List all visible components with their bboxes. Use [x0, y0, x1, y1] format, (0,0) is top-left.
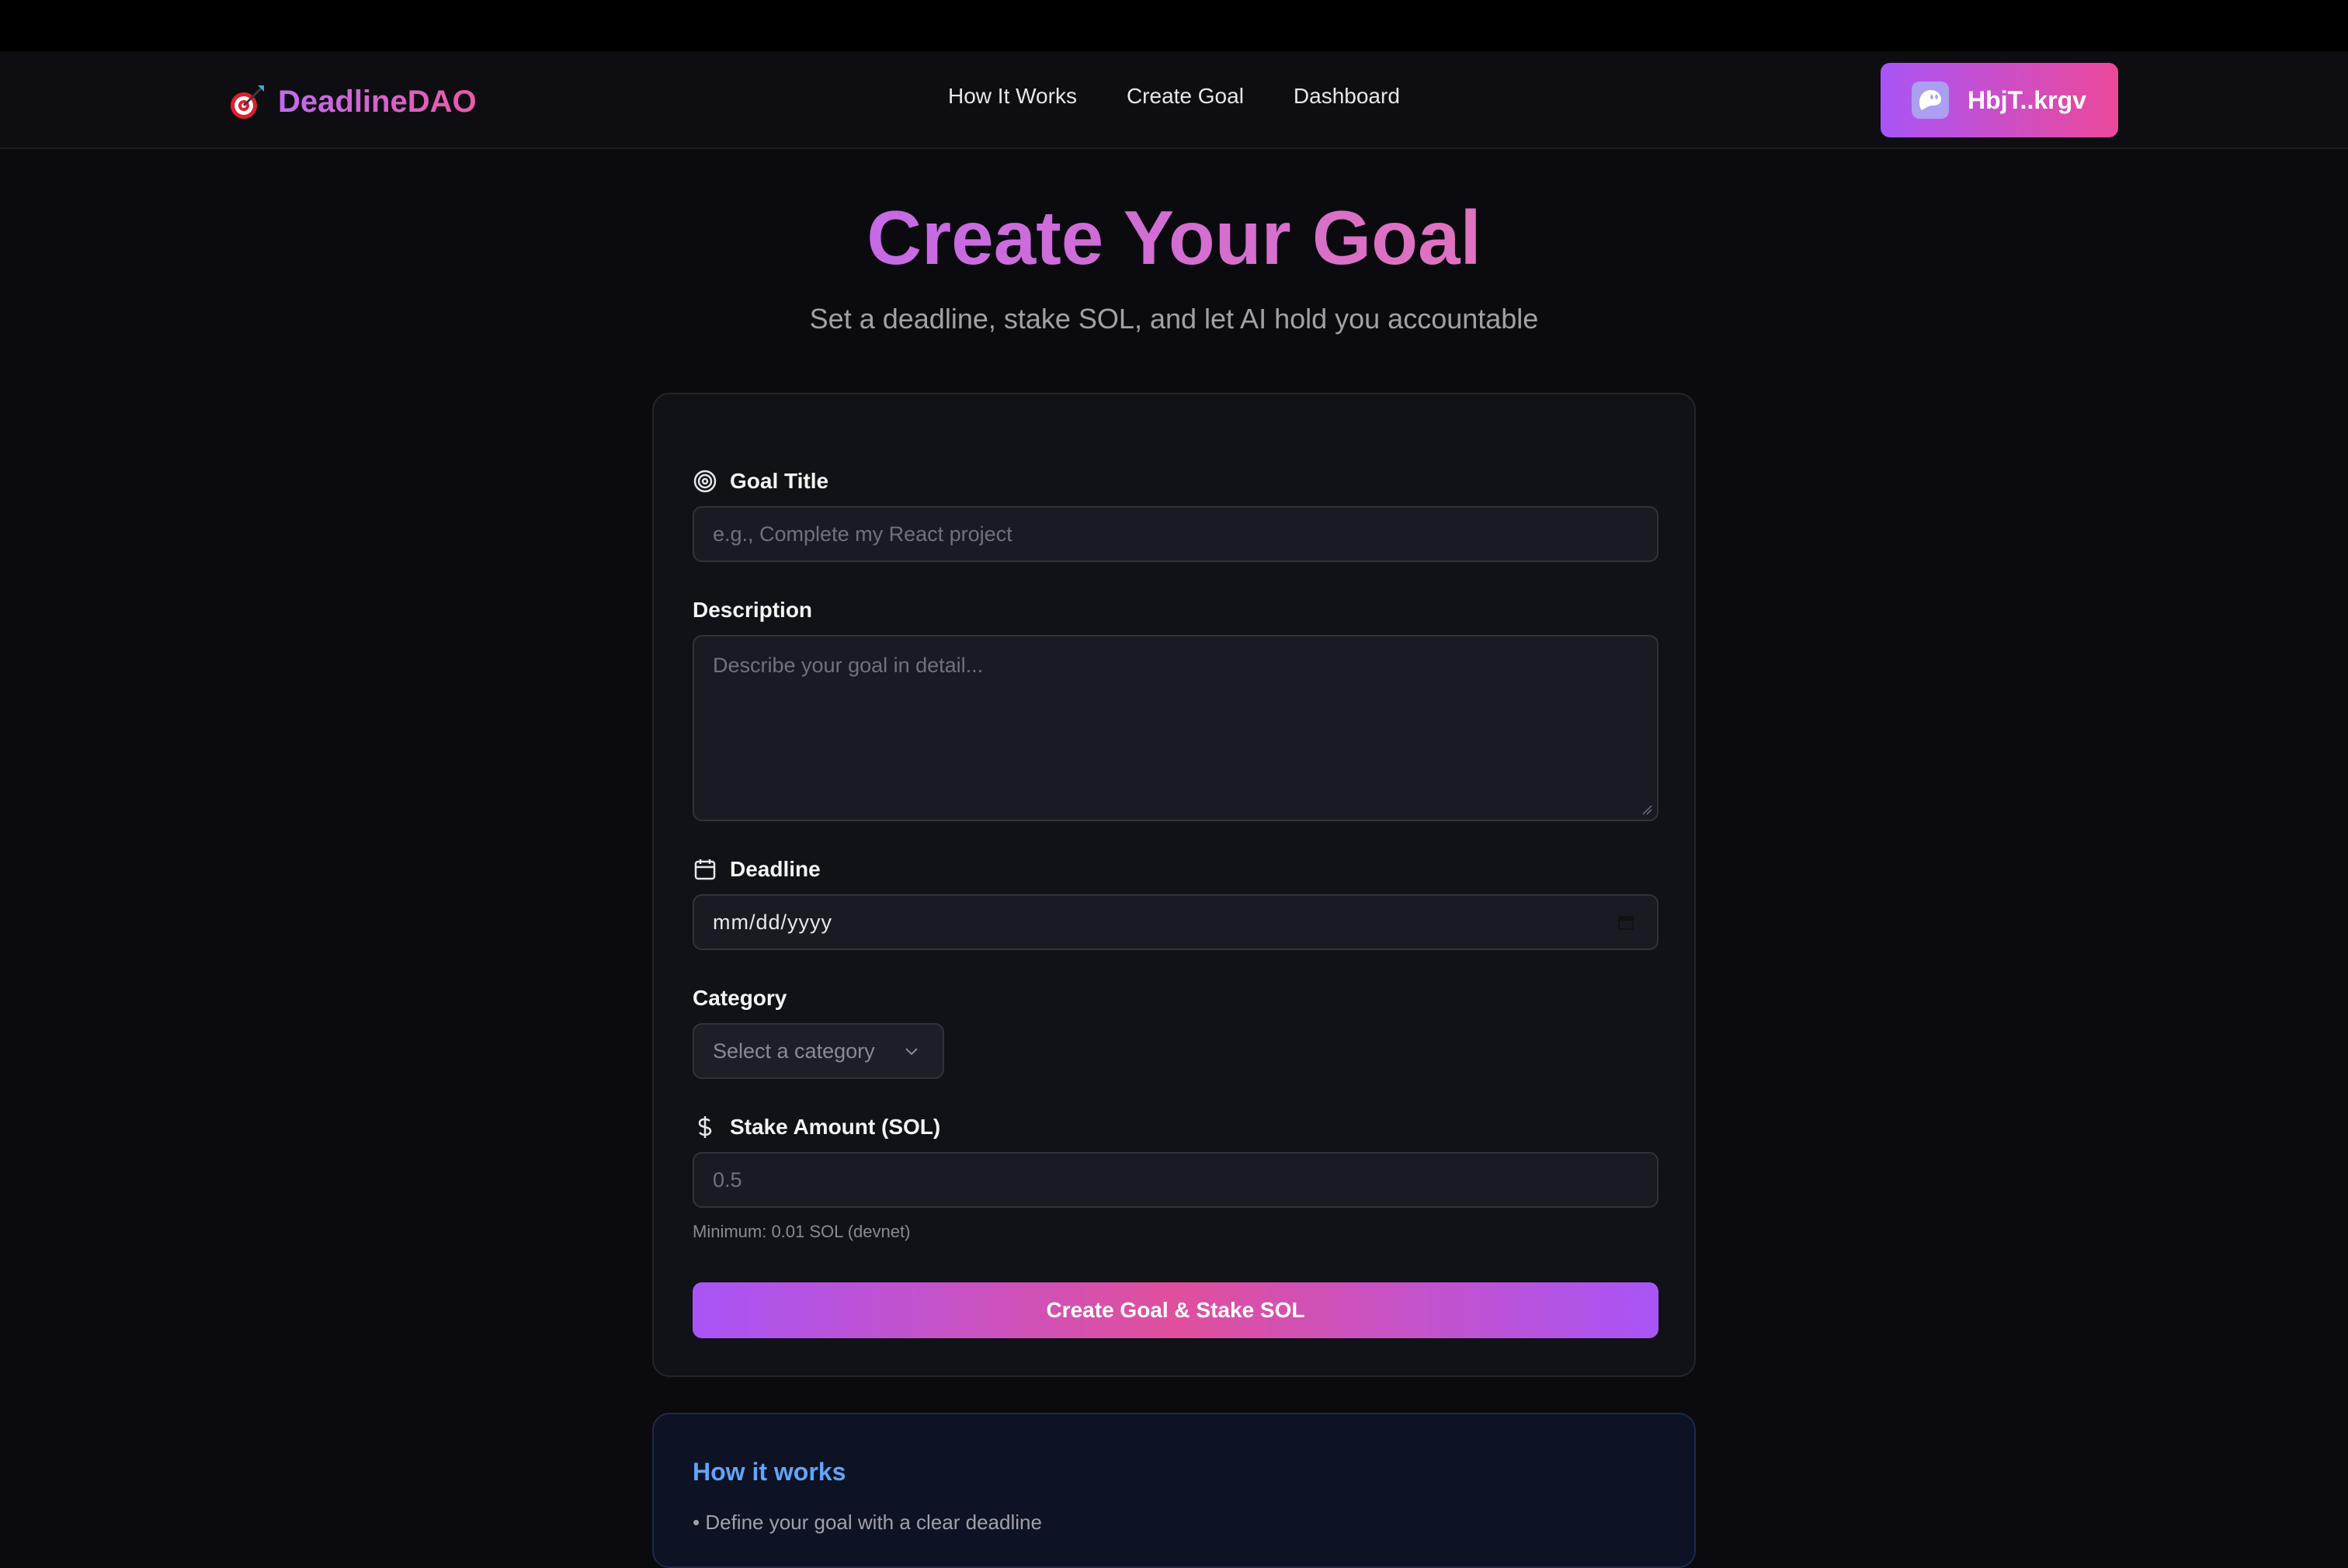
target-icon — [693, 470, 717, 493]
resize-handle-icon[interactable] — [1640, 803, 1652, 815]
dart-target-icon — [228, 82, 267, 121]
category-placeholder: Select a category — [713, 1039, 875, 1063]
description-textarea[interactable]: Describe your goal in detail... — [693, 635, 1659, 821]
description-label: Description — [693, 598, 813, 622]
nav-links: How It Works Create Goal Dashboard — [948, 84, 1400, 109]
nav-link-create-goal[interactable]: Create Goal — [1127, 84, 1244, 109]
how-it-works-card: How it works • Define your goal with a c… — [652, 1413, 1696, 1568]
calendar-picker-icon[interactable] — [1617, 913, 1635, 931]
create-goal-form: Goal Title e.g., Complete my React proje… — [652, 393, 1696, 1377]
stake-amount-input[interactable]: 0.5 — [693, 1152, 1659, 1208]
deadline-date-input[interactable]: mm/dd/yyyy — [693, 894, 1659, 950]
how-it-works-title: How it works — [693, 1458, 846, 1486]
phantom-ghost-icon — [1912, 82, 1949, 119]
brand-logo[interactable]: DeadlineDAO — [228, 79, 477, 124]
system-top-bar — [0, 0, 2348, 51]
category-select[interactable]: Select a category — [693, 1023, 944, 1079]
calendar-icon — [694, 859, 716, 880]
nav-link-how-it-works[interactable]: How It Works — [948, 84, 1077, 109]
category-label: Category — [693, 986, 787, 1010]
wallet-button[interactable]: HbjT..krgv — [1881, 63, 2118, 137]
goal-title-label: Goal Title — [693, 469, 828, 494]
nav-link-dashboard[interactable]: Dashboard — [1294, 84, 1400, 109]
dollar-icon — [698, 1116, 712, 1138]
description-placeholder: Describe your goal in detail... — [713, 654, 984, 677]
stake-minimum-hint: Minimum: 0.01 SOL (devnet) — [693, 1222, 911, 1241]
how-it-works-item: • Define your goal with a clear deadline — [693, 1511, 1042, 1534]
page-subtitle: Set a deadline, stake SOL, and let AI ho… — [809, 303, 1539, 335]
stake-amount-label: Stake Amount (SOL) — [693, 1115, 940, 1140]
page-title: Create Your Goal — [867, 195, 1481, 280]
create-goal-submit-button[interactable]: Create Goal & Stake SOL — [693, 1282, 1659, 1338]
goal-title-placeholder: e.g., Complete my React project — [713, 522, 1012, 546]
stake-amount-placeholder: 0.5 — [713, 1167, 742, 1192]
wallet-address: HbjT..krgv — [1968, 85, 2086, 114]
brand-name: DeadlineDAO — [278, 84, 477, 119]
deadline-label: Deadline — [693, 857, 821, 882]
goal-title-input[interactable]: e.g., Complete my React project — [693, 506, 1659, 562]
deadline-value: mm/dd/yyyy — [713, 910, 833, 934]
chevron-down-icon — [905, 1048, 918, 1056]
